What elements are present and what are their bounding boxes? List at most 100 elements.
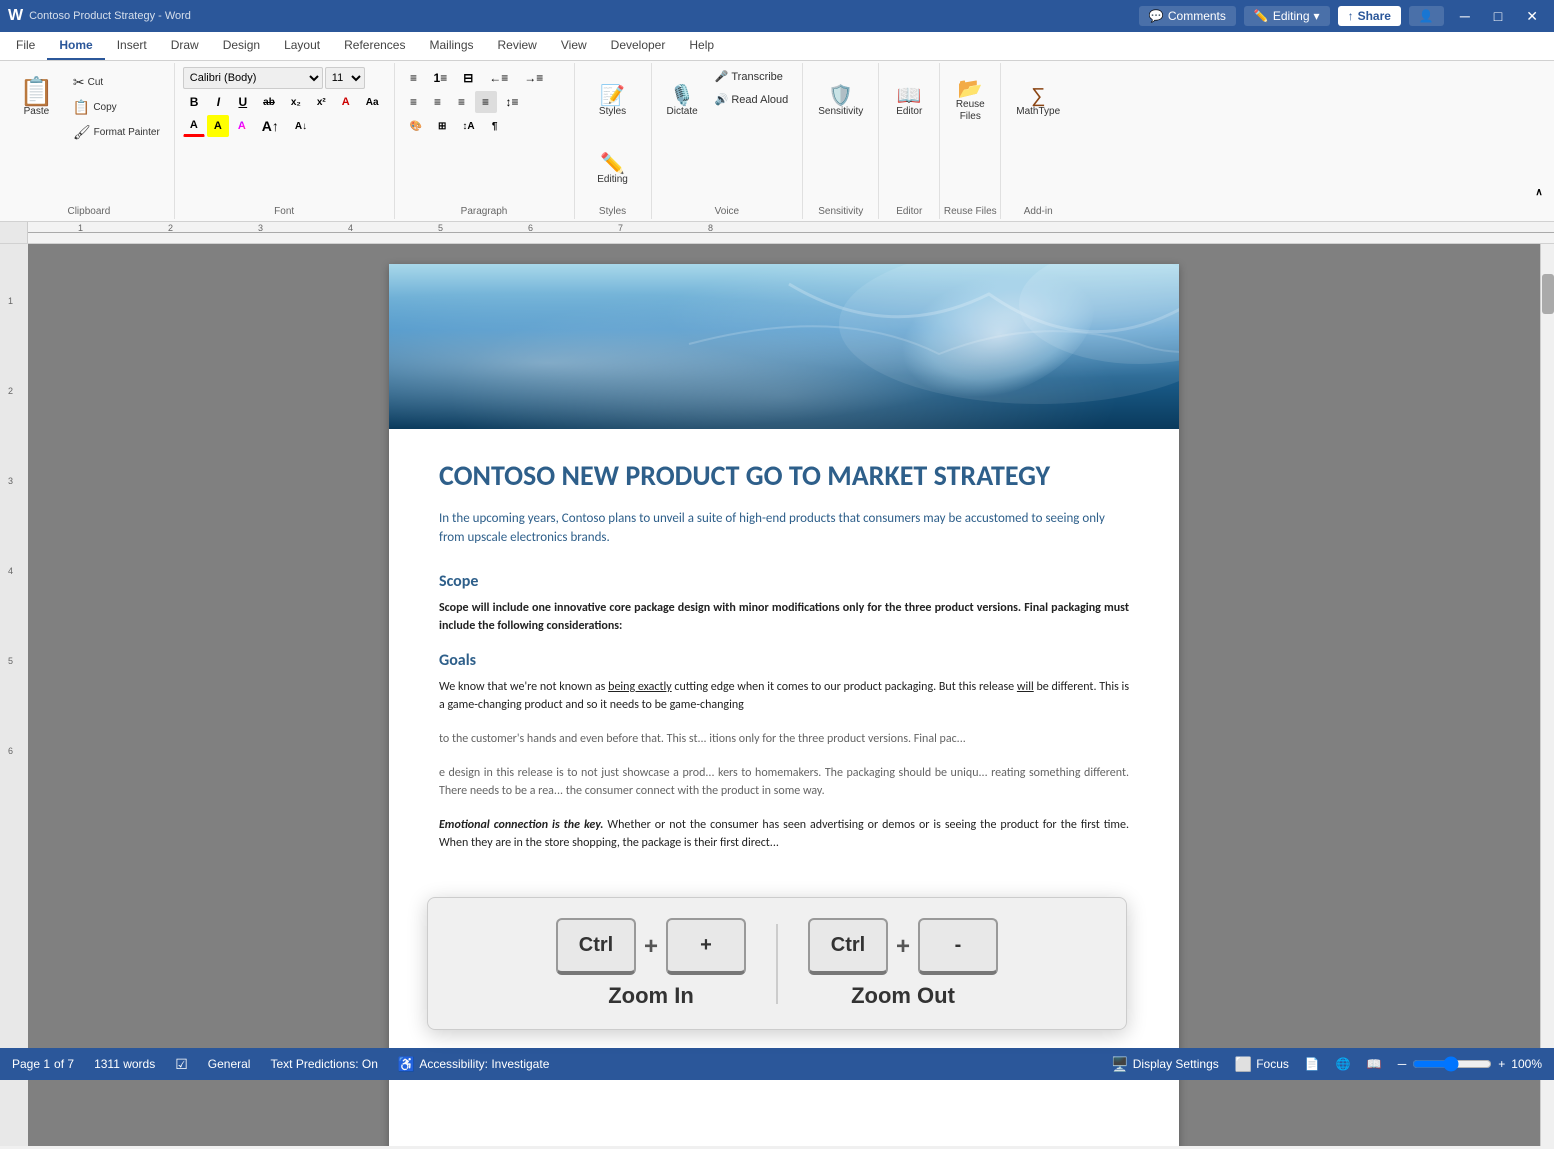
- word-count[interactable]: 1311 words: [94, 1057, 155, 1071]
- focus-button[interactable]: ⬜ Focus: [1235, 1056, 1289, 1073]
- transcribe-button[interactable]: 🎤 Transcribe: [709, 67, 795, 86]
- font-name-select[interactable]: Calibri (Body): [183, 67, 323, 89]
- minimize-button[interactable]: ─: [1452, 8, 1478, 24]
- strikethrough-button[interactable]: ab: [256, 91, 282, 113]
- tab-review[interactable]: Review: [486, 32, 549, 60]
- tab-mailings[interactable]: Mailings: [417, 32, 485, 60]
- tab-layout[interactable]: Layout: [272, 32, 332, 60]
- view-reader[interactable]: 📖: [1367, 1057, 1382, 1071]
- editor-button[interactable]: 📖 Editor: [887, 67, 931, 135]
- increase-indent-button[interactable]: →≡: [517, 67, 550, 89]
- superscript-button[interactable]: x²: [310, 91, 333, 113]
- paste-button[interactable]: 📋 Paste: [12, 67, 61, 127]
- format-painter-icon: 🖌: [73, 124, 91, 141]
- subscript-button[interactable]: x₂: [284, 91, 308, 113]
- scrollbar-vertical[interactable]: [1540, 244, 1554, 1146]
- focus-icon: ⬜: [1235, 1056, 1252, 1073]
- tab-insert[interactable]: Insert: [105, 32, 159, 60]
- maximize-button[interactable]: □: [1486, 8, 1510, 24]
- ribbon-group-sensitivity: 🛡️ Sensitivity Sensitivity: [803, 63, 879, 219]
- text-predictions[interactable]: Text Predictions: On: [270, 1057, 377, 1071]
- cut-button[interactable]: ✂Cut: [67, 71, 166, 94]
- editing-button-ribbon[interactable]: ✏️ Editing: [583, 135, 643, 203]
- format-painter-button[interactable]: 🖌Format Painter: [67, 121, 166, 144]
- change-case-button[interactable]: Aa: [359, 91, 386, 113]
- accessibility-status[interactable]: ♿ Accessibility: Investigate: [398, 1056, 550, 1073]
- line-spacing-button[interactable]: ↕≡: [499, 91, 526, 113]
- text-effect-button[interactable]: A: [231, 115, 253, 137]
- zoom-slider[interactable]: [1412, 1056, 1492, 1072]
- tab-home[interactable]: Home: [47, 32, 104, 60]
- comment-icon: 💬: [1149, 9, 1164, 23]
- ruler-vertical: 1 2 3 4 5 6: [0, 244, 28, 1146]
- bullets-button[interactable]: ≡: [403, 67, 425, 89]
- proofing-status[interactable]: ☑: [175, 1056, 188, 1073]
- shading-button[interactable]: 🎨: [403, 115, 429, 137]
- cut-icon: ✂: [73, 74, 85, 91]
- reuse-files-button[interactable]: 📂 ReuseFiles: [948, 67, 992, 135]
- water-svg: [389, 264, 1179, 429]
- zoom-overlay: Ctrl + + Zoom In Ctrl + - Zoom Out: [427, 897, 1127, 1030]
- align-left-button[interactable]: ≡: [403, 91, 425, 113]
- zoom-in-label: Zoom In: [608, 983, 694, 1009]
- dictate-button[interactable]: 🎙️ Dictate: [660, 67, 705, 135]
- display-settings[interactable]: 🖥️ Display Settings: [1111, 1056, 1218, 1073]
- justify-button[interactable]: ≡: [475, 91, 497, 113]
- page-info[interactable]: Page 1 of 7: [12, 1057, 74, 1071]
- italic-button[interactable]: I: [207, 91, 229, 113]
- show-hide-button[interactable]: ¶: [484, 115, 506, 137]
- borders-button[interactable]: ⊞: [431, 115, 453, 137]
- sort-button[interactable]: ↕A: [455, 115, 481, 137]
- copy-button[interactable]: 📋Copy: [67, 96, 166, 119]
- align-center-button[interactable]: ≡: [427, 91, 449, 113]
- tab-file[interactable]: File: [4, 32, 47, 60]
- view-web[interactable]: 🌐: [1336, 1057, 1351, 1071]
- bold-button[interactable]: B: [183, 91, 206, 113]
- tab-references[interactable]: References: [332, 32, 417, 60]
- minus-key: -: [918, 918, 998, 975]
- ribbon-collapse-button[interactable]: ∧: [1528, 181, 1550, 203]
- tab-design[interactable]: Design: [211, 32, 272, 60]
- view-print[interactable]: 📄: [1305, 1057, 1320, 1071]
- user-button[interactable]: 👤: [1409, 6, 1444, 26]
- zoom-control[interactable]: ─ + 100%: [1398, 1056, 1542, 1072]
- highlight-button[interactable]: A: [207, 115, 229, 137]
- increase-font-button[interactable]: A↑: [255, 115, 286, 137]
- goals-body-emotional: Emotional connection is the key. Whether…: [439, 816, 1129, 852]
- comments-button[interactable]: 💬 Comments: [1139, 6, 1236, 26]
- goals-body-2: to the customer's hands and even before …: [439, 730, 1129, 748]
- tab-help[interactable]: Help: [677, 32, 726, 60]
- ctrl-key-zoom-out: Ctrl: [808, 918, 888, 975]
- copy-icon: 📋: [73, 99, 90, 116]
- read-aloud-button[interactable]: 🔊 Read Aloud: [709, 90, 795, 109]
- svg-text:3: 3: [258, 223, 263, 233]
- close-button[interactable]: ✕: [1518, 8, 1546, 25]
- ribbon-group-font: Calibri (Body) 11 B I U ab x₂ x² A Aa A …: [175, 63, 395, 219]
- svg-text:2: 2: [8, 386, 13, 396]
- tab-developer[interactable]: Developer: [599, 32, 678, 60]
- font-color-button[interactable]: A: [183, 115, 205, 137]
- para-row-2: ≡ ≡ ≡ ≡ ↕≡: [403, 91, 526, 113]
- decrease-font-button[interactable]: A↓: [288, 115, 314, 137]
- svg-text:4: 4: [348, 223, 353, 233]
- multilevel-button[interactable]: ⊟: [456, 67, 480, 89]
- font-size-select[interactable]: 11: [325, 67, 365, 89]
- underline-button[interactable]: U: [231, 91, 254, 113]
- decrease-indent-button[interactable]: ←≡: [482, 67, 515, 89]
- clear-format-button[interactable]: A: [335, 91, 357, 113]
- editing-button[interactable]: ✏️ Editing ▾: [1244, 6, 1330, 26]
- general-status[interactable]: General: [208, 1057, 251, 1071]
- svg-text:2: 2: [168, 223, 173, 233]
- tab-view[interactable]: View: [549, 32, 599, 60]
- numbering-button[interactable]: 1≡: [427, 67, 455, 89]
- share-button[interactable]: ↑ Share: [1338, 6, 1401, 26]
- mathtype-button[interactable]: ∑ MathType: [1009, 67, 1067, 135]
- align-right-button[interactable]: ≡: [451, 91, 473, 113]
- sensitivity-button[interactable]: 🛡️ Sensitivity: [811, 67, 870, 135]
- zoom-out-status-button[interactable]: ─: [1398, 1057, 1407, 1071]
- reuse-group-label: Reuse Files: [940, 206, 1000, 217]
- tab-draw[interactable]: Draw: [159, 32, 211, 60]
- zoom-in-status-button[interactable]: +: [1498, 1057, 1505, 1071]
- styles-button[interactable]: 📝 Styles: [583, 67, 643, 135]
- title-bar-right: 💬 Comments ✏️ Editing ▾ ↑ Share 👤 ─ □ ✕: [1139, 6, 1546, 26]
